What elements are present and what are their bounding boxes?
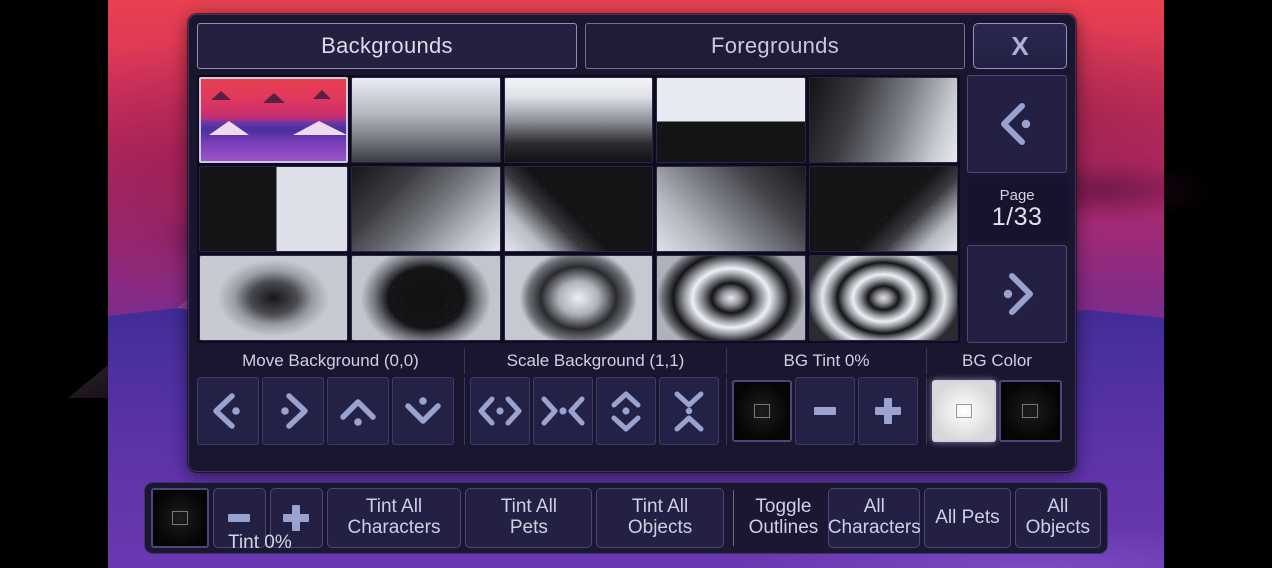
control-labels: Move Background (0,0) Scale Background (… <box>197 348 1067 374</box>
outline-all-pets-button[interactable]: All Pets <box>924 488 1011 548</box>
tab-backgrounds[interactable]: Backgrounds <box>197 23 577 69</box>
scale-width-expand-button[interactable] <box>470 377 530 445</box>
minus-icon <box>814 407 836 415</box>
chevron-right-dot-icon <box>266 386 320 436</box>
thumbnail-split-horizontal-hard[interactable] <box>656 77 806 163</box>
scale-width-shrink-button[interactable] <box>533 377 593 445</box>
screen: Backgrounds Foregrounds X Page 1/33 Move… <box>0 0 1272 568</box>
chevron-down-dot-icon <box>396 386 450 436</box>
dialog-body: Page 1/33 <box>197 75 1067 343</box>
collapse-vertical-icon <box>662 386 716 436</box>
thumbnail-split-vertical-hard[interactable] <box>199 166 349 252</box>
chevron-right-dot-icon <box>988 266 1046 322</box>
close-x-icon: X <box>1011 30 1029 61</box>
move-left-button[interactable] <box>197 377 259 445</box>
bg-color-group <box>927 377 1067 445</box>
previous-page-button[interactable] <box>967 75 1067 173</box>
chevron-left-dot-icon <box>988 96 1046 152</box>
thumbnail-diagonal-wedge-down[interactable] <box>808 166 959 252</box>
bg-tint-swatch[interactable] <box>732 380 792 442</box>
page-indicator: Page 1/33 <box>967 177 1067 241</box>
bg-tint-decrease-button[interactable] <box>795 377 855 445</box>
background-picker-dialog: Backgrounds Foregrounds X Page 1/33 Move… <box>188 14 1076 472</box>
thumbnail-radial-rings-2[interactable] <box>656 255 806 341</box>
page-navigation: Page 1/33 <box>967 75 1067 343</box>
thumbnail-diagonal-wedge-up[interactable] <box>503 166 654 252</box>
tab-backgrounds-label: Backgrounds <box>321 33 453 58</box>
scale-background-label: Scale Background (1,1) <box>465 348 727 374</box>
move-background-label: Move Background (0,0) <box>197 348 465 374</box>
tint-decrease-button[interactable] <box>212 488 266 548</box>
tint-swatch[interactable] <box>151 488 209 548</box>
toggle-outlines-label: Toggle Outlines <box>748 496 819 538</box>
tint-all-characters-button[interactable]: Tint All Characters <box>326 488 462 548</box>
scale-button-group <box>465 377 727 445</box>
chevron-up-dot-icon <box>331 386 385 436</box>
tint-all-objects-label: Tint All Objects <box>627 496 693 538</box>
page-label: Page <box>999 187 1035 204</box>
background-controls: Move Background (0,0) Scale Background (… <box>197 348 1067 445</box>
close-button[interactable]: X <box>973 23 1067 69</box>
thumbnail-mountain-scene[interactable] <box>199 77 349 163</box>
tint-all-characters-label: Tint All Characters <box>347 496 441 538</box>
move-down-button[interactable] <box>392 377 454 445</box>
thumbnail-radial-ellipse-dark[interactable] <box>351 255 501 341</box>
outline-all-objects-label: All Objects <box>1025 496 1091 538</box>
outline-all-characters-button[interactable]: All Characters <box>827 488 921 548</box>
thumbnail-linear-gradient-corner-bl[interactable] <box>351 166 501 252</box>
expand-vertical-icon <box>599 386 653 436</box>
tab-foregrounds[interactable]: Foregrounds <box>585 23 965 69</box>
toolbar-divider <box>732 490 734 546</box>
bg-color-white-swatch[interactable] <box>932 380 996 442</box>
move-button-group <box>197 377 465 445</box>
control-buttons <box>197 377 1067 445</box>
tint-all-pets-label: Tint All Pets <box>500 496 558 538</box>
page-value: 1/33 <box>991 202 1043 231</box>
collapse-horizontal-icon <box>536 386 590 436</box>
thumbnail-linear-gradient-vertical-soft[interactable] <box>503 77 654 163</box>
thumbnail-linear-gradient-vertical-light[interactable] <box>351 77 501 163</box>
swatch-inner-marker <box>955 404 972 418</box>
bg-tint-label: BG Tint 0% <box>727 348 927 374</box>
thumbnail-radial-rings-3[interactable] <box>808 255 959 341</box>
chevron-left-dot-icon <box>201 386 255 436</box>
outline-all-characters-label: All Characters <box>827 496 921 538</box>
expand-horizontal-icon <box>473 386 527 436</box>
outline-all-pets-label: All Pets <box>935 506 1000 528</box>
outline-all-objects-button[interactable]: All Objects <box>1014 488 1101 548</box>
next-page-button[interactable] <box>967 245 1067 343</box>
bg-tint-increase-button[interactable] <box>858 377 918 445</box>
tint-all-objects-button[interactable]: Tint All Objects <box>596 488 724 548</box>
bg-color-label: BG Color <box>962 351 1032 370</box>
swatch-inner-marker <box>171 511 188 525</box>
move-right-button[interactable] <box>262 377 324 445</box>
thumbnail-radial-light-center[interactable] <box>503 255 654 341</box>
tab-foregrounds-label: Foregrounds <box>710 33 840 58</box>
plus-icon <box>283 505 310 531</box>
bg-color-black-swatch[interactable] <box>998 380 1062 442</box>
minus-icon <box>228 514 251 522</box>
plus-icon <box>875 398 901 424</box>
scale-height-shrink-button[interactable] <box>659 377 719 445</box>
move-up-button[interactable] <box>327 377 389 445</box>
tint-toolbar: Tint All Characters Tint All Pets Tint A… <box>144 482 1108 554</box>
swatch-inner-marker <box>1022 404 1039 418</box>
thumbnail-grid <box>197 75 961 343</box>
scale-height-expand-button[interactable] <box>596 377 656 445</box>
dialog-tabs: Backgrounds Foregrounds X <box>197 23 1067 69</box>
swatch-inner-marker <box>754 404 770 418</box>
thumbnail-radial-dark-center[interactable] <box>199 255 349 341</box>
tint-increase-button[interactable] <box>269 488 323 548</box>
thumbnail-linear-gradient-corner-tr[interactable] <box>656 166 806 252</box>
bg-tint-group <box>727 377 927 445</box>
tint-all-pets-button[interactable]: Tint All Pets <box>465 488 593 548</box>
thumbnail-linear-gradient-diagonal-right[interactable] <box>808 77 959 163</box>
